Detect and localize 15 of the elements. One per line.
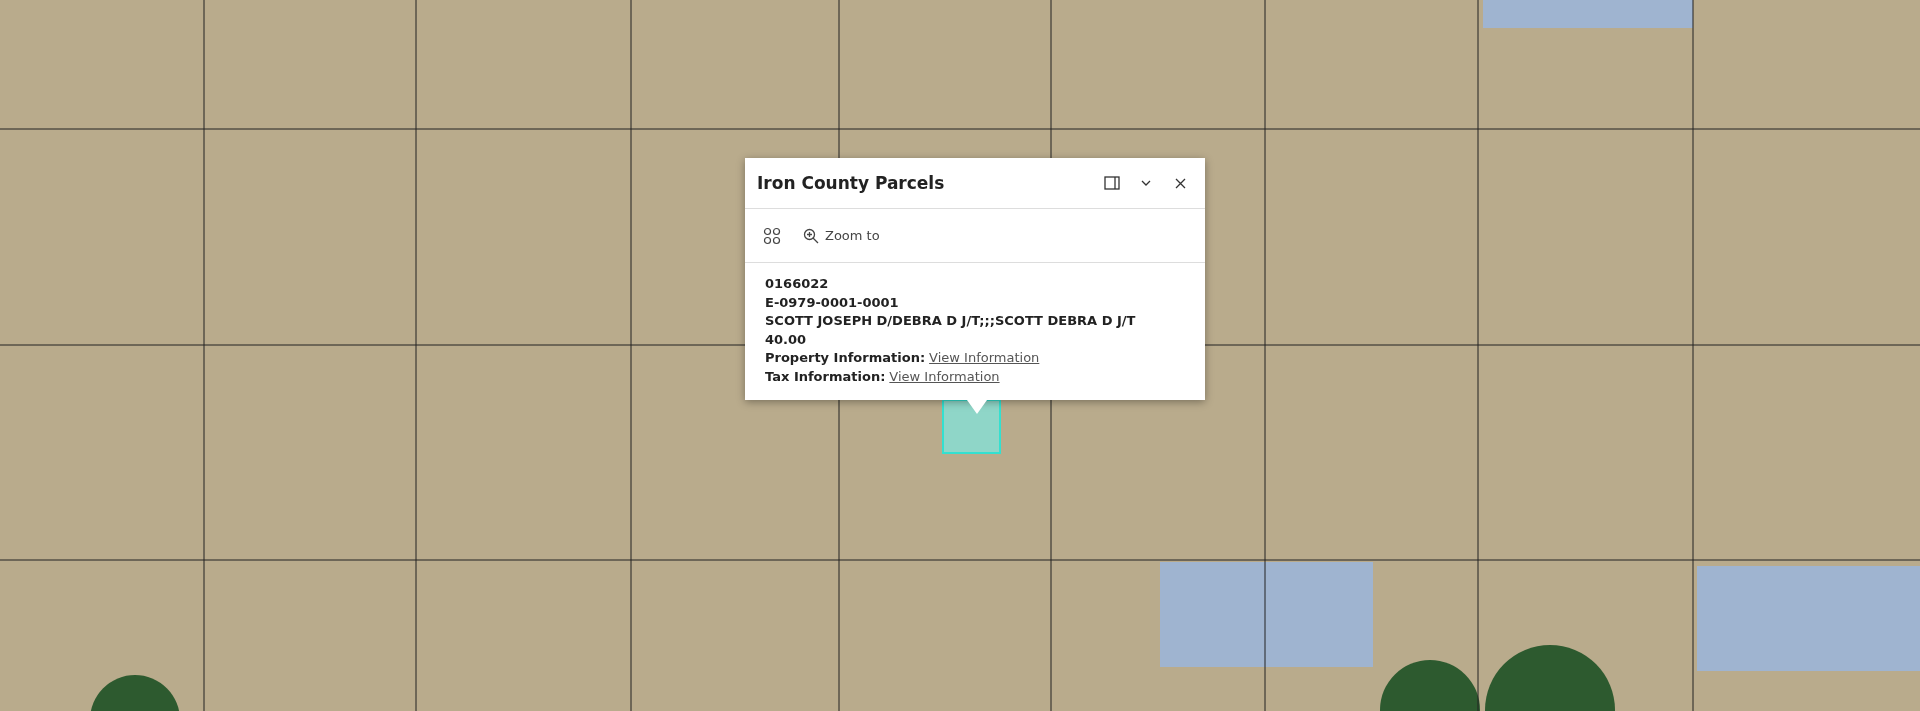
chevron-down-icon	[1140, 179, 1152, 187]
view-information-link[interactable]: View Information	[889, 367, 1000, 386]
attribute-text: 0166022	[765, 275, 830, 293]
attribute-text: E-0979-0001-0001	[765, 293, 900, 312]
attribute-text: 40.00	[765, 330, 808, 349]
zoom-in-icon	[803, 227, 819, 244]
panel-icon	[1104, 176, 1120, 190]
attribute-text: SCOTT JOSEPH D/DEBRA D J/T;;;SCOTT DEBRA D J/T	[765, 312, 1137, 330]
field-label: Tax Information:	[765, 367, 886, 386]
grid-icon	[763, 226, 781, 245]
zoom-to-button[interactable]: Zoom to	[799, 223, 884, 248]
view-information-link[interactable]: View Information	[929, 349, 1040, 368]
popup-title: Iron County Parcels	[757, 173, 946, 193]
close-icon	[1174, 177, 1186, 189]
field-label: Property Information:	[765, 349, 926, 367]
